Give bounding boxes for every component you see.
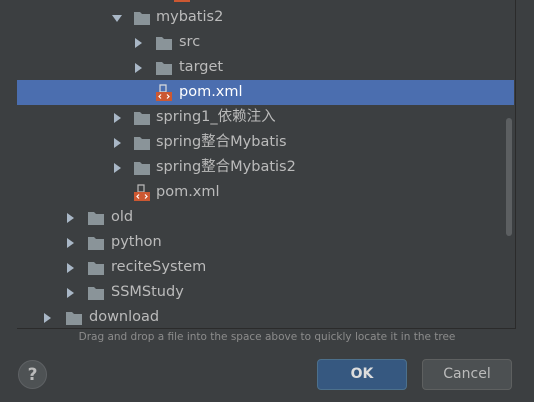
tree-item-label: mybatis2: [156, 9, 224, 25]
folder-icon: [134, 162, 150, 175]
tree-item-pom-xml-selected[interactable]: pom.xml: [17, 80, 514, 105]
chevron-right-icon[interactable]: [64, 262, 76, 274]
maven-file-icon: [174, 0, 190, 2]
tree-item-label: src: [179, 34, 201, 50]
chevron-right-icon[interactable]: [41, 312, 53, 324]
chevron-right-icon[interactable]: [111, 162, 123, 174]
folder-icon: [134, 112, 150, 125]
folder-icon: [66, 312, 82, 325]
vertical-scrollbar[interactable]: [506, 118, 512, 236]
tree-item-label: download: [89, 309, 160, 325]
chevron-down-icon[interactable]: [111, 12, 123, 24]
folder-icon: [134, 12, 150, 25]
chevron-right-icon[interactable]: [111, 137, 123, 149]
help-button[interactable]: ?: [18, 360, 47, 389]
tree-item-spring1[interactable]: spring1_依赖注入: [17, 105, 514, 130]
chevron-right-icon[interactable]: [111, 112, 123, 124]
drag-drop-hint: Drag and drop a file into the space abov…: [78, 331, 456, 343]
tree-item-label: pom.xml: [179, 84, 243, 100]
tree-item-label: python: [111, 234, 162, 250]
tree-item-python[interactable]: python: [17, 230, 514, 255]
folder-icon: [88, 237, 104, 250]
tree-item-pom-xml[interactable]: pom.xml: [17, 180, 514, 205]
chevron-right-icon[interactable]: [64, 212, 76, 224]
tree-item-target[interactable]: target: [17, 55, 514, 80]
tree-item-spring-mybatis2[interactable]: spring整合Mybatis2: [17, 155, 514, 180]
maven-file-icon: [134, 184, 150, 201]
tree-item-label: spring整合Mybatis: [156, 134, 287, 150]
folder-icon: [88, 212, 104, 225]
cancel-button[interactable]: Cancel: [422, 359, 512, 390]
folder-icon: [88, 262, 104, 275]
tree-item-label: SSMStudy: [111, 284, 184, 300]
chevron-right-icon[interactable]: [132, 37, 144, 49]
tree-item-mybatis2[interactable]: mybatis2: [17, 5, 514, 30]
folder-icon: [156, 37, 172, 50]
folder-icon: [134, 137, 150, 150]
tree-item-download[interactable]: download: [17, 305, 514, 328]
tree-item-src[interactable]: src: [17, 30, 514, 55]
tree-item-label: spring1_依赖注入: [156, 109, 276, 125]
folder-icon: [156, 62, 172, 75]
tree-item-label: pom.xml: [156, 184, 220, 200]
ok-button[interactable]: OK: [317, 359, 407, 390]
tree-item-label: reciteSystem: [111, 259, 207, 275]
tree-item-recitesystem[interactable]: reciteSystem: [17, 255, 514, 280]
tree-item-label: target: [179, 59, 224, 75]
chevron-right-icon[interactable]: [64, 237, 76, 249]
maven-file-icon: [156, 84, 172, 101]
tree-item-old[interactable]: old: [17, 205, 514, 230]
tree-item-spring-mybatis[interactable]: spring整合Mybatis: [17, 130, 514, 155]
choose-file-dialog: mybatis2 src target pom.xml spring1_依赖注入…: [0, 0, 534, 402]
file-tree[interactable]: mybatis2 src target pom.xml spring1_依赖注入…: [17, 0, 516, 329]
tree-item-label: old: [111, 209, 134, 225]
chevron-right-icon[interactable]: [132, 62, 144, 74]
tree-item-ssmstudy[interactable]: SSMStudy: [17, 280, 514, 305]
tree-item-label: spring整合Mybatis2: [156, 159, 296, 175]
folder-icon: [88, 287, 104, 300]
chevron-right-icon[interactable]: [64, 287, 76, 299]
